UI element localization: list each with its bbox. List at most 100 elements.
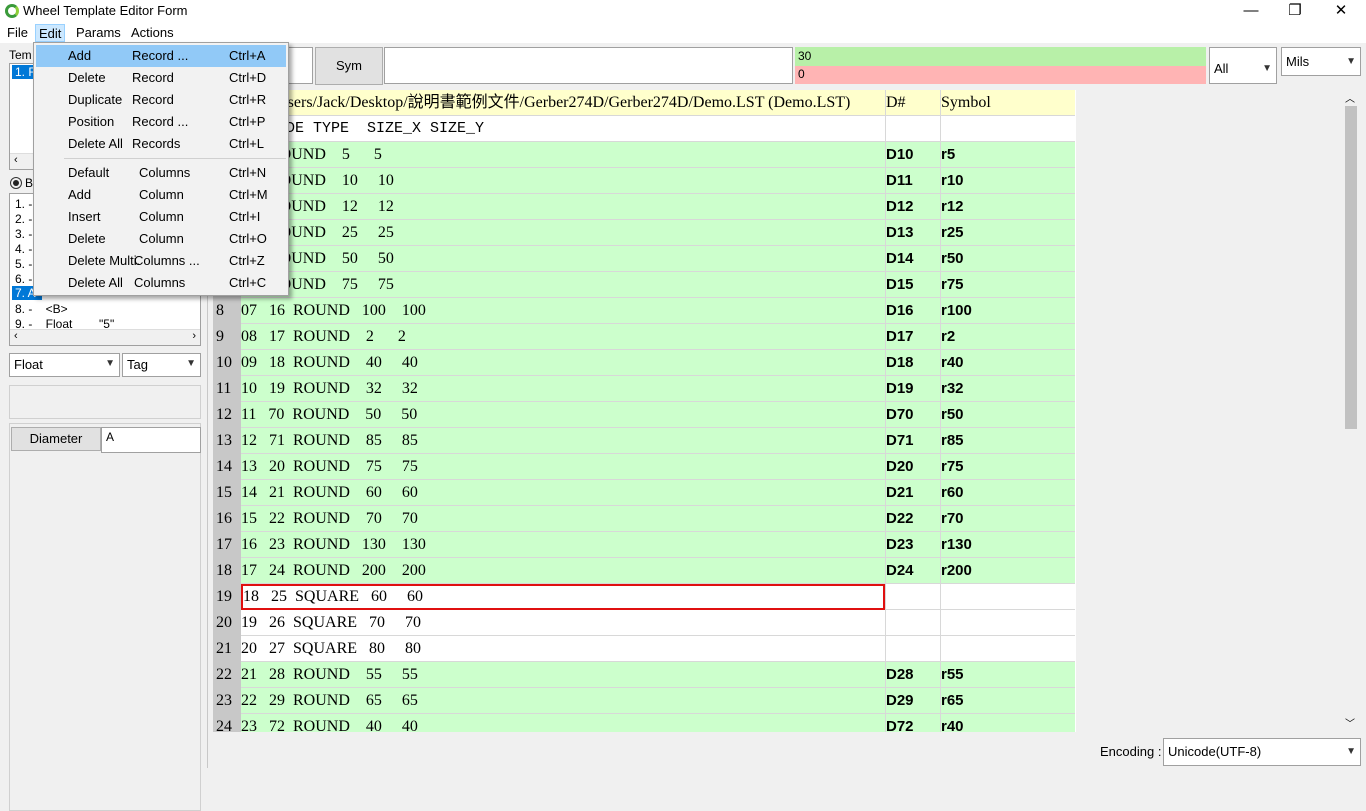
- row-data[interactable]: 4 ROUND 50 50: [241, 246, 885, 272]
- table-row[interactable]: 8 07 16 ROUND 100 100 D16 r100: [213, 298, 1075, 324]
- row-data[interactable]: 2 ROUND 12 12: [241, 194, 885, 220]
- tag-combo[interactable]: Tag ▼: [122, 353, 201, 377]
- table-row[interactable]: 11 10 19 ROUND 32 32 D19 r32: [213, 376, 1075, 402]
- row-dcode[interactable]: D10: [885, 142, 940, 168]
- menu-item[interactable]: Duplicate Record Ctrl+R: [36, 89, 286, 111]
- row-data[interactable]: 13 20 ROUND 75 75: [241, 454, 885, 480]
- row-dcode[interactable]: D12: [885, 194, 940, 220]
- menu-item[interactable]: Insert Column Ctrl+I: [36, 206, 286, 228]
- encoding-combo[interactable]: Unicode(UTF-8) ▼: [1163, 738, 1361, 766]
- row-dcode[interactable]: D22: [885, 506, 940, 532]
- row-symbol[interactable]: r130: [940, 532, 1075, 558]
- table-row[interactable]: 21 20 27 SQUARE 80 80: [213, 636, 1075, 662]
- table-row[interactable]: 3 ROUND 25 25 D13 r25: [213, 220, 1075, 246]
- row-symbol[interactable]: r5: [940, 142, 1075, 168]
- row-dcode[interactable]: D19: [885, 376, 940, 402]
- menu-item[interactable]: Delete All Columns Ctrl+C: [36, 272, 286, 294]
- row-dcode[interactable]: D11: [885, 168, 940, 194]
- row-dcode[interactable]: D15: [885, 272, 940, 298]
- table-row[interactable]: 19 18 25 SQUARE 60 60: [213, 584, 1075, 610]
- diameter-button[interactable]: Diameter: [11, 427, 101, 451]
- table-row[interactable]: 10 09 18 ROUND 40 40 D18 r40: [213, 350, 1075, 376]
- menu-item[interactable]: Default Columns Ctrl+N: [36, 162, 286, 184]
- row-symbol[interactable]: r70: [940, 506, 1075, 532]
- row-symbol[interactable]: r10: [940, 168, 1075, 194]
- row-dcode[interactable]: D13: [885, 220, 940, 246]
- row-data[interactable]: 5 ROUND 75 75: [241, 272, 885, 298]
- row-data[interactable]: DCODE TYPE SIZE_X SIZE_Y: [241, 116, 885, 142]
- row-data[interactable]: 15 22 ROUND 70 70: [241, 506, 885, 532]
- menu-file[interactable]: File: [4, 24, 31, 42]
- row-dcode[interactable]: D23: [885, 532, 940, 558]
- row-dcode[interactable]: D28: [885, 662, 940, 688]
- row-dcode[interactable]: D20: [885, 454, 940, 480]
- scroll-left-icon[interactable]: ‹: [14, 154, 18, 166]
- row-data[interactable]: 10 19 ROUND 32 32: [241, 376, 885, 402]
- table-row[interactable]: 12 11 70 ROUND 50 50 D70 r50: [213, 402, 1075, 428]
- data-grid[interactable]: a: C:/Users/Jack/Desktop/說明書範例文件/Gerber2…: [213, 90, 1076, 732]
- grid-columns-row[interactable]: DCODE TYPE SIZE_X SIZE_Y: [213, 116, 1075, 142]
- radio-button[interactable]: [10, 177, 22, 189]
- scroll-thumb[interactable]: [1345, 106, 1357, 429]
- grid-vscroll[interactable]: ︿ ﹀: [1342, 90, 1359, 732]
- row-dcode[interactable]: D71: [885, 428, 940, 454]
- row-data[interactable]: 16 23 ROUND 130 130: [241, 532, 885, 558]
- row-dcode[interactable]: [885, 584, 940, 610]
- sym-input[interactable]: [384, 47, 793, 84]
- menu-item[interactable]: Delete Column Ctrl+O: [36, 228, 286, 250]
- minimize-button[interactable]: —: [1228, 0, 1274, 22]
- row-dcode[interactable]: D18: [885, 350, 940, 376]
- row-data[interactable]: 07 16 ROUND 100 100: [241, 298, 885, 324]
- params-hscroll[interactable]: ‹ ›: [10, 329, 200, 345]
- row-symbol[interactable]: [940, 636, 1075, 662]
- row-data[interactable]: 0 ROUND 5 5: [241, 142, 885, 168]
- menu-item[interactable]: Add Record ... Ctrl+A: [36, 45, 286, 67]
- table-row[interactable]: 0 ROUND 5 5 D10 r5: [213, 142, 1075, 168]
- row-data[interactable]: 09 18 ROUND 40 40: [241, 350, 885, 376]
- table-row[interactable]: 23 22 29 ROUND 65 65 D29 r65: [213, 688, 1075, 714]
- row-symbol[interactable]: r32: [940, 376, 1075, 402]
- table-row[interactable]: 9 08 17 ROUND 2 2 D17 r2: [213, 324, 1075, 350]
- table-row[interactable]: 18 17 24 ROUND 200 200 D24 r200: [213, 558, 1075, 584]
- row-data[interactable]: 1 ROUND 10 10: [241, 168, 885, 194]
- scroll-left-icon[interactable]: ‹: [14, 330, 18, 342]
- menu-item[interactable]: Delete Record Ctrl+D: [36, 67, 286, 89]
- table-row[interactable]: 13 12 71 ROUND 85 85 D71 r85: [213, 428, 1075, 454]
- row-data[interactable]: 19 26 SQUARE 70 70: [241, 610, 885, 636]
- menu-params[interactable]: Params: [73, 24, 124, 42]
- row-symbol[interactable]: r100: [940, 298, 1075, 324]
- table-row[interactable]: 17 16 23 ROUND 130 130 D23 r130: [213, 532, 1075, 558]
- row-symbol[interactable]: r60: [940, 480, 1075, 506]
- scroll-up-icon[interactable]: ︿: [1345, 90, 1355, 105]
- row-dcode[interactable]: D21: [885, 480, 940, 506]
- row-dcode[interactable]: D14: [885, 246, 940, 272]
- row-symbol[interactable]: r50: [940, 246, 1075, 272]
- table-row[interactable]: 20 19 26 SQUARE 70 70: [213, 610, 1075, 636]
- row-data[interactable]: 08 17 ROUND 2 2: [241, 324, 885, 350]
- row-data[interactable]: 12 71 ROUND 85 85: [241, 428, 885, 454]
- row-dcode[interactable]: D29: [885, 688, 940, 714]
- row-symbol[interactable]: r200: [940, 558, 1075, 584]
- scroll-right-icon[interactable]: ›: [192, 330, 196, 342]
- diameter-input[interactable]: A: [101, 427, 201, 453]
- row-symbol[interactable]: r55: [940, 662, 1075, 688]
- row-data[interactable]: 23 72 ROUND 40 40: [241, 714, 885, 732]
- type-combo[interactable]: Float ▼: [9, 353, 120, 377]
- row-symbol[interactable]: r12: [940, 194, 1075, 220]
- row-symbol[interactable]: r85: [940, 428, 1075, 454]
- row-data[interactable]: 21 28 ROUND 55 55: [241, 662, 885, 688]
- table-row[interactable]: 4 ROUND 50 50 D14 r50: [213, 246, 1075, 272]
- row-data[interactable]: 20 27 SQUARE 80 80: [241, 636, 885, 662]
- filter-combo[interactable]: All ▼: [1209, 47, 1277, 84]
- row-symbol[interactable]: r75: [940, 454, 1075, 480]
- table-row[interactable]: 22 21 28 ROUND 55 55 D28 r55: [213, 662, 1075, 688]
- row-symbol[interactable]: [940, 610, 1075, 636]
- row-dcode[interactable]: D72: [885, 714, 940, 732]
- row-dcode[interactable]: D16: [885, 298, 940, 324]
- row-symbol[interactable]: r40: [940, 350, 1075, 376]
- menu-item[interactable]: Delete Multi. Columns ... Ctrl+Z: [36, 250, 286, 272]
- scroll-down-icon[interactable]: ﹀: [1345, 715, 1355, 730]
- row-symbol[interactable]: r40: [940, 714, 1075, 732]
- table-row[interactable]: 24 23 72 ROUND 40 40 D72 r40: [213, 714, 1075, 732]
- table-row[interactable]: 16 15 22 ROUND 70 70 D22 r70: [213, 506, 1075, 532]
